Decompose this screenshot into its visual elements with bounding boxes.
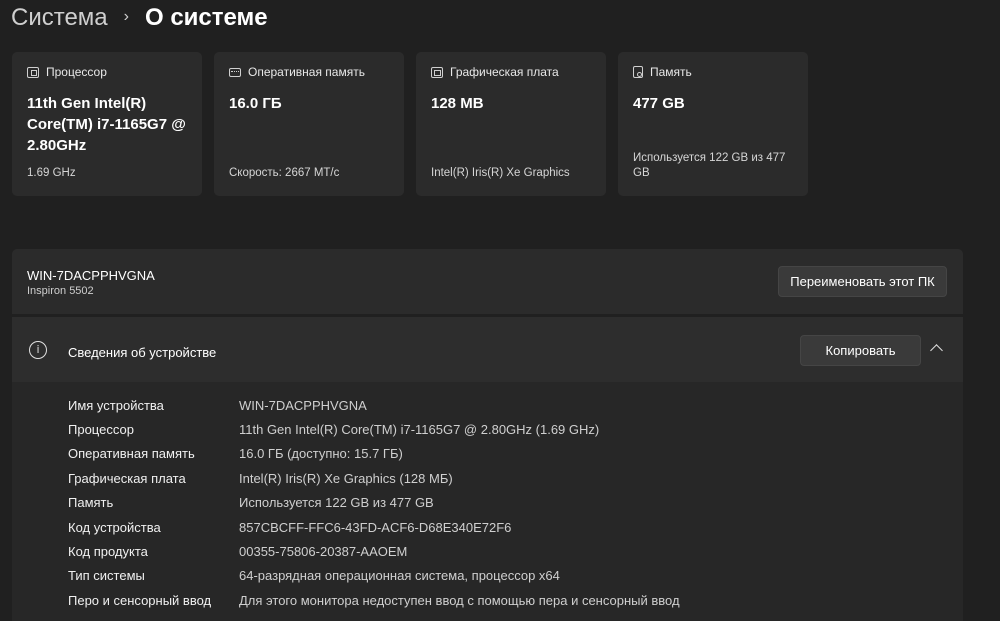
info-value: Intel(R) Iris(R) Xe Graphics (128 МБ) (239, 470, 453, 486)
spec-card-storage: Память 477 GB Используется 122 GB из 477… (618, 52, 808, 196)
card-header: Память (633, 65, 793, 79)
gpu-icon (431, 66, 443, 78)
page-title: О системе (144, 4, 268, 31)
card-title: Процессор (46, 65, 107, 79)
chevron-up-icon[interactable] (930, 344, 943, 357)
list-item: Память Используется 122 GB из 477 GB (12, 491, 963, 515)
info-label: Имя устройства (68, 397, 164, 413)
list-item: Оперативная память 16.0 ГБ (доступно: 15… (12, 442, 963, 466)
list-item: Тип системы 64-разрядная операционная си… (12, 564, 963, 588)
card-value: 11th Gen Intel(R) Core(TM) i7-1165G7 @ 2… (27, 95, 186, 154)
info-value: 11th Gen Intel(R) Core(TM) i7-1165G7 @ 2… (239, 422, 600, 438)
spec-card-processor: Процессор 11th Gen Intel(R) Core(TM) i7-… (12, 52, 202, 196)
breadcrumb-system-link[interactable]: Система (11, 4, 108, 32)
device-info-header[interactable]: i Сведения об устройстве Копировать (12, 317, 963, 382)
spec-card-ram: Оперативная память 16.0 ГБ Скорость: 266… (214, 52, 404, 196)
info-label: Оперативная память (68, 446, 195, 462)
info-value: Для этого монитора недоступен ввод с пом… (239, 592, 680, 608)
storage-icon (633, 66, 643, 78)
card-title: Графическая плата (450, 65, 559, 79)
pc-name: WIN-7DACPPHVGNA (27, 268, 155, 283)
pc-model: Inspiron 5502 (27, 285, 94, 297)
card-title: Оперативная память (248, 65, 365, 79)
spec-cards: Процессор 11th Gen Intel(R) Core(TM) i7-… (12, 52, 808, 196)
card-subtext: Скорость: 2667 МТ/с (229, 167, 340, 179)
info-value: 16.0 ГБ (доступно: 15.7 ГБ) (239, 446, 403, 462)
device-info-panel: i Сведения об устройстве Копировать Имя … (12, 317, 963, 621)
list-item: Процессор 11th Gen Intel(R) Core(TM) i7-… (12, 417, 963, 441)
list-item: Имя устройства WIN-7DACPPHVGNA (12, 393, 963, 417)
pc-name-panel: WIN-7DACPPHVGNA Inspiron 5502 Переименов… (12, 249, 963, 314)
info-label: Тип системы (68, 568, 145, 584)
card-value: 16.0 ГБ (229, 95, 282, 112)
info-label: Код продукта (68, 544, 148, 560)
info-label: Перо и сенсорный ввод (68, 592, 212, 608)
info-value: 857CBCFF-FFC6-43FD-ACF6-D68E340E72F6 (239, 519, 512, 535)
info-icon: i (29, 341, 47, 359)
card-header: Оперативная память (229, 65, 389, 79)
card-value: 128 MB (431, 95, 484, 112)
card-header: Графическая плата (431, 65, 591, 79)
rename-pc-button[interactable]: Переименовать этот ПК (778, 266, 947, 297)
card-value: 477 GB (633, 95, 685, 112)
breadcrumb: Система › О системе (11, 2, 268, 34)
info-label: Графическая плата (68, 470, 186, 486)
breadcrumb-separator-icon: › (123, 8, 129, 25)
about-page: Система › О системе Процессор 11th Gen I… (0, 0, 1000, 621)
info-label: Процессор (68, 422, 134, 438)
card-subtext: Используется 122 GB из 477 GB (633, 152, 786, 179)
list-item: Код продукта 00355-75806-20387-AAOEM (12, 539, 963, 563)
info-label: Память (68, 495, 114, 511)
card-header: Процессор (27, 65, 187, 79)
info-value: 00355-75806-20387-AAOEM (239, 544, 408, 560)
card-title: Память (650, 65, 692, 79)
ram-icon (229, 67, 241, 77)
info-label: Код устройства (68, 519, 161, 535)
list-item: Перо и сенсорный ввод Для этого монитора… (12, 588, 963, 612)
device-info-title: Сведения об устройстве (68, 345, 217, 360)
copy-button[interactable]: Копировать (800, 335, 921, 366)
list-item: Код устройства 857CBCFF-FFC6-43FD-ACF6-D… (12, 515, 963, 539)
card-subtext: 1.69 GHz (27, 167, 76, 179)
info-value: WIN-7DACPPHVGNA (239, 397, 367, 413)
card-subtext: Intel(R) Iris(R) Xe Graphics (431, 167, 570, 179)
info-value: 64-разрядная операционная система, проце… (239, 568, 560, 584)
device-info-list: Имя устройства WIN-7DACPPHVGNA Процессор… (12, 393, 963, 613)
cpu-icon (27, 66, 39, 78)
list-item: Графическая плата Intel(R) Iris(R) Xe Gr… (12, 466, 963, 490)
info-value: Используется 122 GB из 477 GB (239, 495, 434, 511)
spec-card-gpu: Графическая плата 128 MB Intel(R) Iris(R… (416, 52, 606, 196)
